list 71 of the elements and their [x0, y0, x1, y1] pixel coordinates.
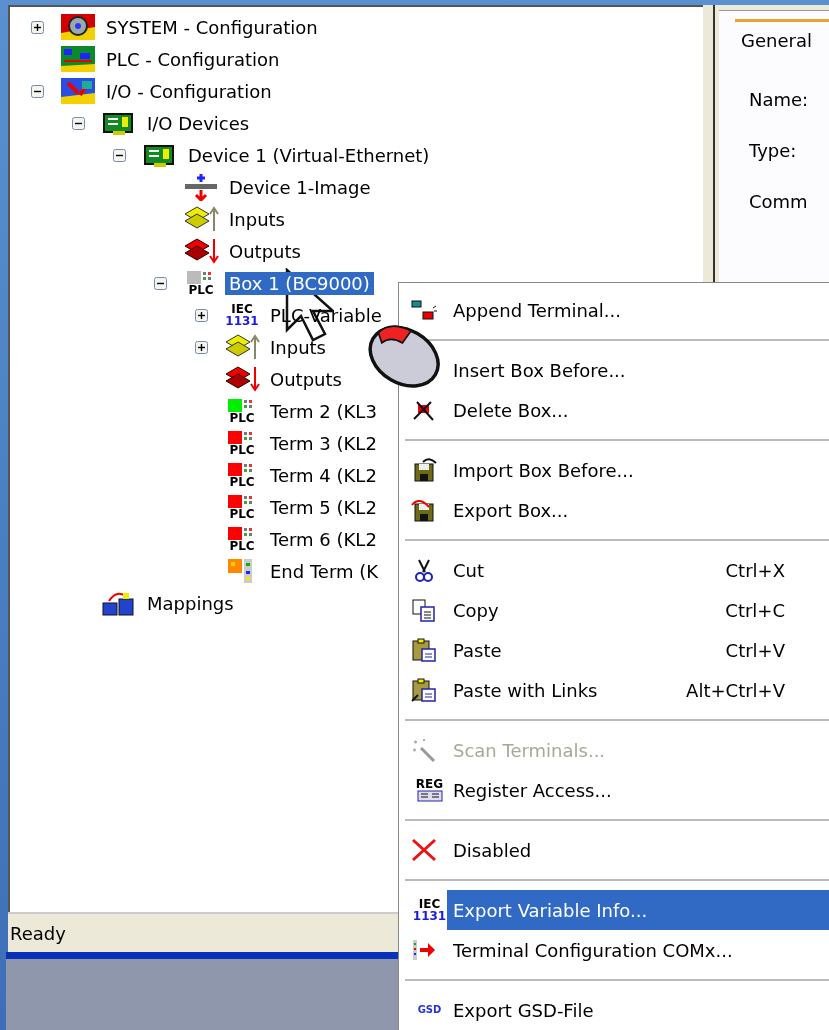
field-label: Name:	[749, 89, 810, 110]
tree-item[interactable]: I/O - Configuration	[102, 79, 276, 103]
icon-caption: GSD	[417, 1005, 442, 1015]
tree-item[interactable]: Device 1 (Virtual-Ethernet)	[184, 143, 434, 167]
status-text: Ready	[10, 922, 66, 944]
stack-down-arrow-icon	[183, 237, 219, 265]
icon-caption: PLC	[188, 283, 214, 296]
collapse-toggle[interactable]	[153, 276, 167, 290]
icon-caption: IEC	[231, 303, 253, 315]
clipboard-icon	[411, 678, 437, 702]
copy-icon	[411, 598, 437, 622]
field-label: Type:	[749, 140, 798, 161]
icon-caption: 1131	[225, 315, 259, 327]
circuit-icon	[60, 45, 96, 73]
floppy-disk-icon	[411, 498, 437, 522]
menu-item[interactable]: Insert Box Before...	[447, 350, 829, 390]
menu-item[interactable]: Import Box Before...	[447, 450, 829, 490]
icon-caption: PLC	[229, 443, 255, 456]
register-table-icon	[416, 790, 443, 802]
menu-item[interactable]: Cut Ctrl+X	[447, 550, 829, 590]
clipboard-icon	[411, 638, 437, 662]
tree-item[interactable]: PLC - Configuration	[102, 47, 284, 71]
tree-item[interactable]: I/O Devices	[143, 111, 254, 135]
menu-item[interactable]: Paste Ctrl+V	[447, 630, 829, 670]
menu-item[interactable]: Copy Ctrl+C	[447, 590, 829, 630]
expand-toggle[interactable]	[194, 308, 208, 322]
icon-caption: PLC	[229, 507, 255, 520]
tree-item[interactable]: Term 2 (KL3	[266, 399, 381, 423]
tree-item[interactable]: Mappings	[143, 591, 238, 615]
menu-item[interactable]: Paste with Links Alt+Ctrl+V	[447, 670, 829, 710]
expand-toggle[interactable]	[194, 340, 208, 354]
blocks-icon	[411, 298, 437, 322]
tree-item[interactable]: Inputs	[225, 207, 289, 231]
icon-caption: REG	[415, 778, 444, 790]
tree-item[interactable]: Outputs	[225, 239, 305, 263]
tree-item[interactable]: Term 3 (KL2	[266, 431, 381, 455]
menu-item[interactable]: Append Terminal...	[447, 290, 829, 330]
floppy-disk-icon	[411, 458, 437, 482]
collapse-toggle[interactable]	[30, 84, 44, 98]
menu-item[interactable]: Export Box...	[447, 490, 829, 530]
field-label: Comm	[749, 191, 809, 212]
menu-item[interactable]: Delete Box...	[447, 390, 829, 430]
tree-item[interactable]: Inputs	[266, 335, 330, 359]
menu-item[interactable]: Terminal Configuration COMx...	[447, 930, 829, 970]
tree-item[interactable]: SYSTEM - Configuration	[102, 15, 322, 39]
icon-caption: IEC	[418, 898, 441, 910]
menu-item[interactable]: Export Variable Info...	[447, 890, 829, 930]
magic-wand-icon	[411, 738, 437, 762]
icon-caption: PLC	[229, 539, 255, 552]
tree-item[interactable]: Box 1 (BC9000)	[225, 271, 374, 295]
icon-caption: PLC	[229, 475, 255, 488]
expand-toggle[interactable]	[30, 20, 44, 34]
menu-item[interactable]: Register Access...	[447, 770, 829, 810]
menu-item[interactable]: Disabled	[447, 830, 829, 870]
cross-block-icon	[411, 398, 437, 422]
icon-caption: PLC	[229, 411, 255, 424]
tree-item[interactable]: End Term (K	[266, 559, 383, 583]
tree-item[interactable]: Outputs	[266, 367, 346, 391]
terminal-arrow-icon	[411, 938, 437, 962]
tree-item[interactable]: Term 4 (KL2	[266, 463, 381, 487]
tree-item[interactable]: Device 1-Image	[225, 175, 375, 199]
menu-item[interactable]: Export GSD-File	[447, 990, 829, 1030]
stack-down-arrow-icon	[224, 365, 260, 393]
tree-item[interactable]: Term 6 (KL2	[266, 527, 381, 551]
collapse-toggle[interactable]	[71, 116, 85, 130]
collapse-toggle[interactable]	[112, 148, 126, 162]
cross-icon	[411, 838, 437, 862]
tree-item[interactable]: Term 5 (KL2	[266, 495, 381, 519]
stack-up-arrow-icon	[183, 205, 219, 233]
icon-caption: 1131	[412, 910, 447, 922]
stack-up-arrow-icon	[224, 333, 260, 361]
